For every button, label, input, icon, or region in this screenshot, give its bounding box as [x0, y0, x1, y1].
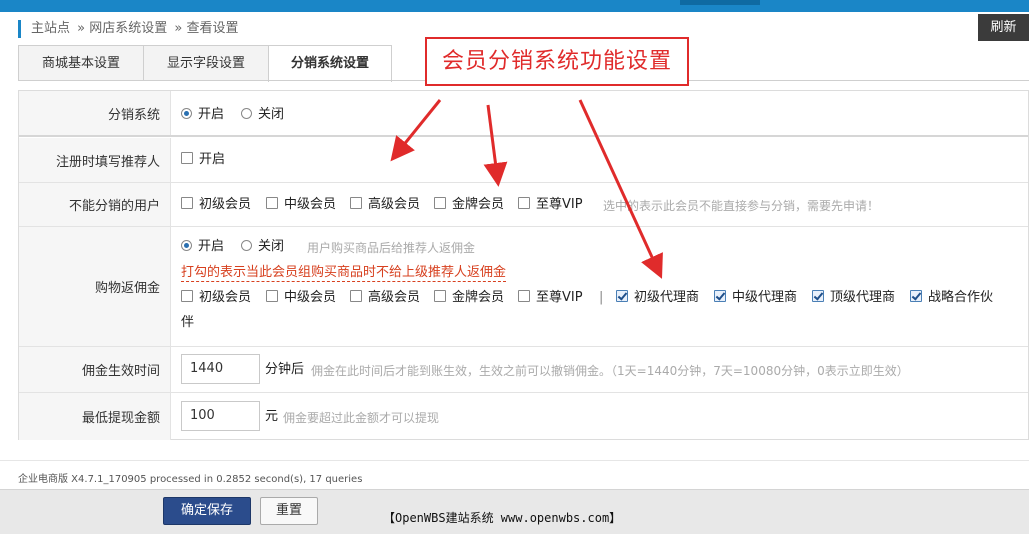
checkbox-label: 战略合作伙: [928, 290, 994, 305]
radio-distribution-on[interactable]: 开启: [181, 107, 224, 123]
checkbox-rb-junior[interactable]: 初级会员: [181, 290, 251, 306]
checkbox-icon: [434, 197, 446, 209]
checkbox-nd-senior[interactable]: 高级会员: [350, 197, 420, 213]
radio-on-icon: [181, 240, 192, 251]
radio-label: 关闭: [258, 239, 285, 254]
breadcrumb-view-settings: » 查看设置: [174, 21, 239, 36]
tab-display-fields[interactable]: 显示字段设置: [143, 45, 269, 81]
tab-mall-basic[interactable]: 商城基本设置: [18, 45, 144, 81]
commission-time-input[interactable]: 1440: [181, 354, 260, 384]
row-no-distribution-users: 不能分销的用户 初级会员 中级会员 高级会员 金牌会员 至尊VIP 选中的表示此…: [19, 183, 1028, 227]
checkbox-checked-icon: [812, 290, 824, 302]
checkbox-label: 顶级代理商: [830, 290, 896, 305]
checkbox-label: 初级会员: [199, 197, 252, 212]
min-withdraw-input[interactable]: 100: [181, 401, 260, 431]
checkbox-icon: [181, 197, 193, 209]
settings-form: 分销系统 开启 关闭 注册时填写推荐人 开启 不能分销的用户 初级会员 中级会员…: [18, 90, 1029, 440]
checkbox-rb-gold[interactable]: 金牌会员: [434, 290, 504, 306]
checkbox-checked-icon: [616, 290, 628, 302]
checkbox-icon: [181, 152, 193, 164]
checkbox-nd-vip[interactable]: 至尊VIP: [518, 197, 583, 213]
row-shopping-rebate: 购物返佣金 开启 关闭 用户购买商品后给推荐人返佣金 打勾的表示当此会员组购买商…: [19, 227, 1028, 347]
label-min-withdraw: 最低提现金额: [19, 393, 171, 440]
unit-yuan: 元: [265, 409, 279, 424]
checkbox-rb-agent-middle[interactable]: 中级代理商: [714, 290, 797, 306]
radio-distribution-off[interactable]: 关闭: [241, 107, 284, 123]
hint-no-distribution: 选中的表示此会员不能直接参与分销，需要先申请！: [603, 199, 880, 213]
checkbox-icon: [350, 197, 362, 209]
row-distribution-system: 分销系统 开启 关闭: [19, 91, 1028, 137]
callout-title: 会员分销系统功能设置: [425, 37, 689, 86]
checkbox-label: 中级会员: [284, 197, 337, 212]
radio-label: 开启: [198, 107, 225, 122]
checkbox-label: 金牌会员: [452, 290, 505, 305]
unit-minutes: 分钟后: [265, 362, 305, 377]
label-register-referrer: 注册时填写推荐人: [19, 138, 171, 182]
row-register-referrer: 注册时填写推荐人 开启: [19, 138, 1028, 183]
checkbox-nd-middle[interactable]: 中级会员: [266, 197, 336, 213]
checkbox-label: 初级会员: [199, 290, 252, 305]
radio-off-icon: [241, 240, 252, 251]
radio-rebate-off[interactable]: 关闭: [241, 239, 284, 255]
checkbox-label: 金牌会员: [452, 197, 505, 212]
breadcrumb: 主站点 » 网店系统设置 » 查看设置: [18, 20, 241, 38]
checkbox-icon: [181, 290, 193, 302]
checkbox-icon: [518, 290, 530, 302]
checkbox-label: 初级代理商: [634, 290, 700, 305]
row-min-withdraw: 最低提现金额 100 元 佣金要超过此金额才可以提现: [19, 393, 1028, 440]
breadcrumb-shop-settings[interactable]: » 网店系统设置: [77, 21, 167, 36]
checkbox-checked-icon: [714, 290, 726, 302]
label-commission-effective: 佣金生效时间: [19, 347, 171, 392]
hint-rebate: 用户购买商品后给推荐人返佣金: [307, 241, 476, 255]
checkbox-rb-agent-top[interactable]: 顶级代理商: [812, 290, 895, 306]
breadcrumb-home[interactable]: 主站点: [31, 21, 70, 36]
hint-commission-effective: 佣金在此时间后才能到账生效，生效之前可以撤销佣金。（1天=1440分钟，7天=1…: [311, 364, 909, 378]
checkbox-label: 至尊VIP: [536, 290, 583, 305]
checkbox-checked-icon: [910, 290, 922, 302]
radio-rebate-on[interactable]: 开启: [181, 239, 224, 255]
checkbox-rb-senior[interactable]: 高级会员: [350, 290, 420, 306]
checkbox-label: 中级代理商: [732, 290, 798, 305]
label-distribution-system: 分销系统: [19, 91, 171, 135]
checkbox-nd-gold[interactable]: 金牌会员: [434, 197, 504, 213]
radio-on-icon: [181, 108, 192, 119]
refresh-button[interactable]: 刷新: [978, 14, 1029, 41]
radio-label: 开启: [198, 239, 225, 254]
footer-divider: [0, 460, 1029, 461]
checkbox-label-wrap: 伴: [181, 315, 195, 330]
checkbox-label: 高级会员: [368, 197, 421, 212]
checkbox-nd-junior[interactable]: 初级会员: [181, 197, 251, 213]
checkbox-label: 中级会员: [284, 290, 337, 305]
label-no-distribution-users: 不能分销的用户: [19, 183, 171, 226]
warning-rebate: 打勾的表示当此会员组购买商品时不给上级推荐人返佣金: [181, 265, 507, 282]
checkbox-rb-agent-junior[interactable]: 初级代理商: [616, 290, 699, 306]
hint-min-withdraw: 佣金要超过此金额才可以提现: [283, 411, 440, 425]
tab-distribution[interactable]: 分销系统设置: [268, 45, 392, 82]
checkbox-icon: [266, 197, 278, 209]
label-shopping-rebate: 购物返佣金: [19, 227, 171, 346]
checkbox-rb-vip[interactable]: 至尊VIP: [518, 290, 583, 306]
radio-label: 关闭: [258, 107, 285, 122]
checkbox-rb-middle[interactable]: 中级会员: [266, 290, 336, 306]
group-separator: |: [599, 290, 604, 305]
top-bar: [0, 0, 1029, 12]
checkbox-icon: [350, 290, 362, 302]
checkbox-label: 高级会员: [368, 290, 421, 305]
footer-info: 企业电商版 X4.7.1_170905 processed in 0.2852 …: [18, 474, 363, 485]
checkbox-register-referrer[interactable]: 开启: [181, 152, 225, 168]
checkbox-label: 开启: [199, 152, 226, 167]
save-button[interactable]: 确定保存: [163, 497, 251, 525]
checkbox-label: 至尊VIP: [536, 197, 583, 212]
reset-button[interactable]: 重置: [260, 497, 318, 525]
site-credit: 【OpenWBS建站系统 www.openwbs.com】: [383, 511, 622, 525]
checkbox-icon: [266, 290, 278, 302]
row-commission-effective: 佣金生效时间 1440 分钟后 佣金在此时间后才能到账生效，生效之前可以撤销佣金…: [19, 347, 1028, 393]
checkbox-rb-strategic-partner[interactable]: 战略合作伙: [910, 290, 993, 306]
radio-off-icon: [241, 108, 252, 119]
checkbox-icon: [518, 197, 530, 209]
checkbox-icon: [434, 290, 446, 302]
top-bar-segment: [680, 0, 760, 5]
